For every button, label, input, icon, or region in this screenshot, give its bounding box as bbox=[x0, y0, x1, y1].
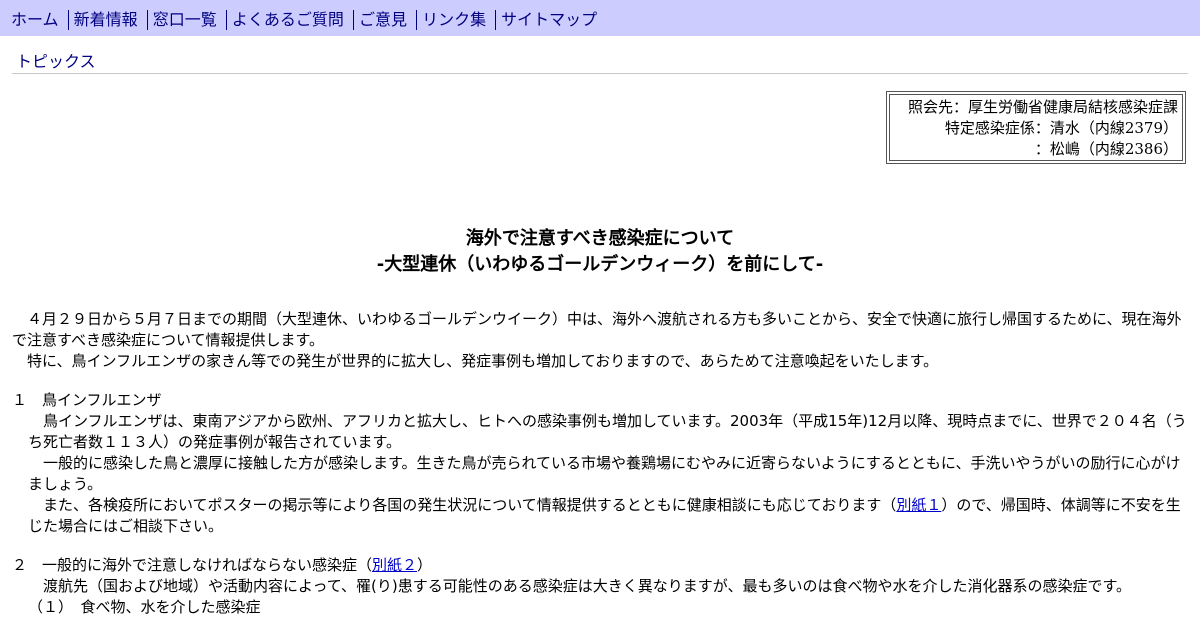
section-1-heading: １ 鳥インフルエンザ bbox=[12, 391, 162, 409]
section-1-paragraph-3-text-a: また、各検疫所においてポスターの掲示等により各国の発生状況について情報提供すると… bbox=[28, 496, 897, 514]
contact-box: 照会先：厚生労働省健康局結核感染症課 特定感染症係：清水（内線2379） ：松嶋… bbox=[886, 91, 1186, 164]
section-2-heading-text-b: ） bbox=[417, 556, 433, 574]
intro-section: ４月２９日から５月７日までの期間（大型連休、いわゆるゴールデンウイーク）中は、海… bbox=[12, 309, 1188, 372]
intro-paragraph-2: 特に、鳥インフルエンザの家きん等での発生が世界的に拡大し、発症事例も増加しており… bbox=[12, 352, 939, 370]
nav-link-sitemap[interactable]: サイトマップ bbox=[501, 10, 597, 29]
section-2-heading-text-a: ２ 一般的に海外で注意しなければならない感染症（ bbox=[12, 556, 373, 574]
contact-line-1: 照会先：厚生労働省健康局結核感染症課 bbox=[907, 98, 1178, 116]
section-avian-influenza: １ 鳥インフルエンザ 鳥インフルエンザは、東南アジアから欧州、アフリカと拡大し、… bbox=[12, 390, 1188, 537]
nav-link-whats-new[interactable]: 新着情報 bbox=[74, 10, 138, 29]
page-subtitle: -大型連休（いわゆるゴールデンウィーク）を前にして- bbox=[376, 254, 824, 275]
nav-item-sitemap[interactable]: サイトマップ bbox=[495, 10, 597, 30]
nav-item-faq[interactable]: よくあるご質問 bbox=[225, 10, 344, 30]
nav-item-feedback[interactable]: ご意見 bbox=[352, 10, 407, 30]
attachment-2-link[interactable]: 別紙２ bbox=[372, 556, 417, 574]
attachment-1-link[interactable]: 別紙１ bbox=[896, 496, 941, 514]
page-title: 海外で注意すべき感染症について bbox=[465, 228, 735, 249]
nav-link-faq[interactable]: よくあるご質問 bbox=[232, 10, 344, 29]
section-1-paragraph-1: 鳥インフルエンザは、東南アジアから欧州、アフリカと拡大し、ヒトへの感染事例も増加… bbox=[28, 412, 1187, 451]
nav-link-contacts[interactable]: 窓口一覧 bbox=[153, 10, 217, 29]
section-1-body: 鳥インフルエンザは、東南アジアから欧州、アフリカと拡大し、ヒトへの感染事例も増加… bbox=[12, 411, 1188, 537]
topics-heading: トピックス bbox=[16, 52, 96, 71]
section-2-heading: ２ 一般的に海外で注意しなければならない感染症（別紙２） bbox=[12, 555, 1188, 576]
nav-item-contacts[interactable]: 窓口一覧 bbox=[146, 10, 217, 30]
nav-list: ホーム 新着情報 窓口一覧 よくあるご質問 ご意見 リンク集 サイトマップ bbox=[11, 10, 597, 30]
nav-item-home[interactable]: ホーム bbox=[11, 10, 59, 30]
section-1-paragraph-2: 一般的に感染した鳥と濃厚に接触した方が感染します。生きた鳥が売られている市場や養… bbox=[28, 454, 1181, 493]
section-2-paragraph-1: 渡航先（国および地域）や活動内容によって、罹(り)患する可能性のある感染症は大き… bbox=[28, 577, 1131, 595]
nav-link-home[interactable]: ホーム bbox=[11, 10, 59, 29]
topics-divider bbox=[12, 73, 1188, 74]
top-navigation-bar: ホーム 新着情報 窓口一覧 よくあるご質問 ご意見 リンク集 サイトマップ bbox=[0, 0, 1200, 36]
contact-line-2: 特定感染症係：清水（内線2379） bbox=[944, 119, 1178, 137]
nav-item-whats-new[interactable]: 新着情報 bbox=[67, 10, 138, 30]
section-general-infections: ２ 一般的に海外で注意しなければならない感染症（別紙２） 渡航先（国および地域）… bbox=[12, 555, 1188, 618]
section-1-paragraph-3: また、各検疫所においてポスターの掲示等により各国の発生状況について情報提供すると… bbox=[28, 495, 1188, 537]
intro-paragraph-1: ４月２９日から５月７日までの期間（大型連休、いわゆるゴールデンウイーク）中は、海… bbox=[12, 310, 1182, 349]
nav-item-links[interactable]: リンク集 bbox=[416, 10, 486, 30]
contact-box-inner: 照会先：厚生労働省健康局結核感染症課 特定感染症係：清水（内線2379） ：松嶋… bbox=[889, 94, 1183, 161]
nav-link-links[interactable]: リンク集 bbox=[422, 10, 486, 29]
section-2-subheading-1: （１） 食べ物、水を介した感染症 bbox=[28, 598, 261, 616]
contact-line-3: ：松嶋（内線2386） bbox=[1034, 140, 1178, 158]
nav-link-feedback[interactable]: ご意見 bbox=[359, 10, 407, 29]
section-2-body: 渡航先（国および地域）や活動内容によって、罹(り)患する可能性のある感染症は大き… bbox=[12, 576, 1188, 618]
